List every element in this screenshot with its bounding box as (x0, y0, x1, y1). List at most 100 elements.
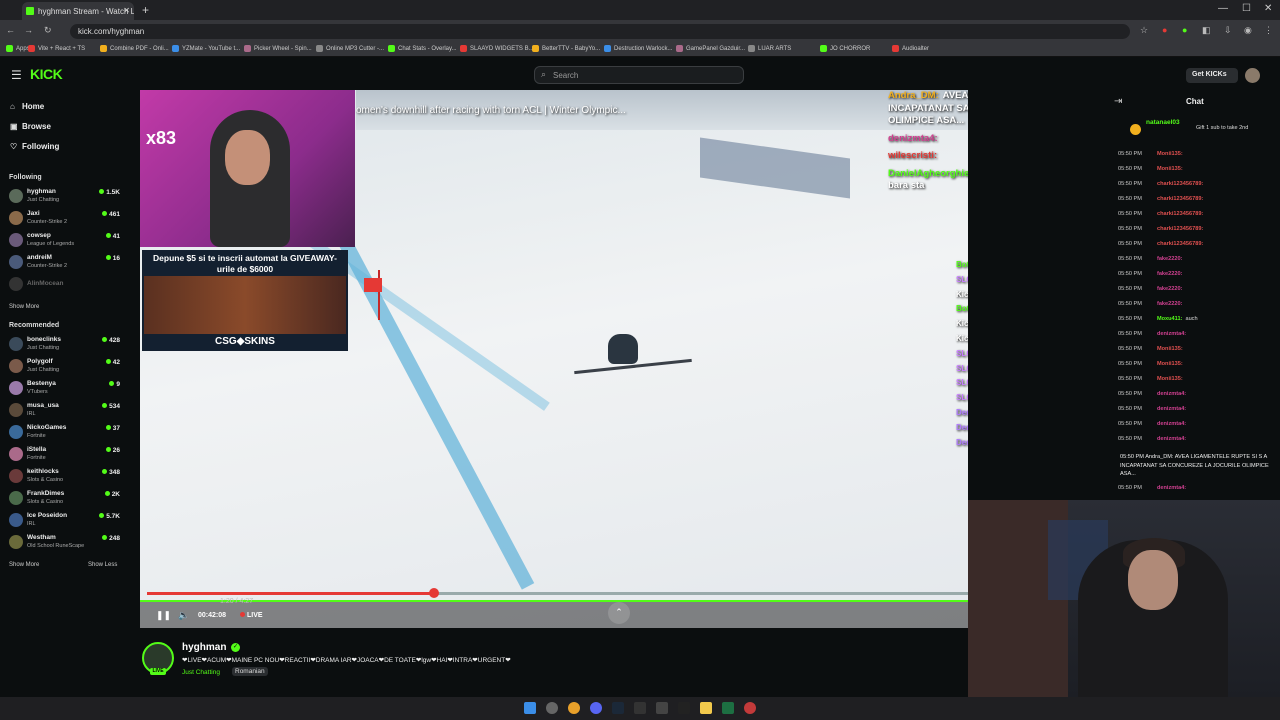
sidebar-item-following[interactable]: ♡ Following (10, 142, 59, 151)
chat-username[interactable]: Monii135: (1157, 376, 1183, 382)
browser-tab[interactable]: hyghman Stream - Watch L ✕ (22, 2, 134, 20)
url-bar[interactable]: kick.com/hyghman (70, 24, 1130, 39)
search-input[interactable]: ⌕ Search (534, 66, 744, 84)
download-icon[interactable]: ⇩ (1224, 25, 1232, 36)
discord-icon[interactable] (590, 702, 602, 714)
bookmark-item[interactable]: Apps (6, 45, 30, 52)
sidebar-item-browse[interactable]: ▣ Browse (10, 122, 51, 131)
minimize-icon[interactable]: — (1218, 3, 1228, 14)
close-tab-icon[interactable]: ✕ (123, 6, 130, 15)
sidebar-channel[interactable]: FrankDimes Slots & Casino 2K (8, 489, 120, 511)
sidebar-channel[interactable]: hyghman Just Chatting 1.5K (8, 187, 120, 209)
sidebar-channel[interactable]: Bestenya VTubers 9 (8, 379, 120, 401)
chat-username[interactable]: charki123456789: (1157, 196, 1203, 202)
chat-username[interactable]: denizmta4: (1157, 406, 1186, 412)
chat-username[interactable]: Moxu411: (1157, 316, 1183, 322)
chat-username[interactable]: denizmta4: (1157, 331, 1186, 337)
sidebar-item-home[interactable]: ⌂ Home (10, 102, 44, 111)
pause-icon[interactable]: ❚❚ (156, 610, 171, 621)
chat-username[interactable]: denizmta4: (1157, 436, 1186, 442)
back-icon[interactable]: ← (6, 25, 15, 35)
sidebar-channel[interactable]: andreiM Counter-Strike 2 16 (8, 253, 120, 275)
chat-message[interactable]: 05:50 PM charki123456789: (1118, 196, 1278, 202)
sidebar-channel[interactable]: NickoGames Fortnite 37 (8, 423, 120, 445)
profile-icon[interactable]: ◉ (1244, 25, 1252, 36)
chat-message[interactable]: 05:50 PM denizmta4: (1118, 436, 1278, 442)
chat-message[interactable]: 05:50 PM charki123456789: (1118, 241, 1278, 247)
chat-username[interactable]: denizmta4: (1157, 485, 1186, 491)
sidebar-channel[interactable]: cowsep League of Legends 41 (8, 231, 120, 253)
bookmark-item[interactable]: Online MP3 Cutter -... (316, 45, 384, 52)
bookmark-item[interactable]: LUAR ARTS (748, 45, 791, 52)
bookmark-item[interactable]: Chat Stats - Overlay... (388, 45, 457, 52)
sidebar-channel[interactable]: Westham Old School RuneScape 248 (8, 533, 120, 555)
chat-username[interactable]: charki123456789: (1157, 226, 1203, 232)
chat-message[interactable]: 05:50 PM Moxu411: auch (1118, 316, 1278, 322)
chat-message[interactable]: 05:50 PM denizmta4: (1118, 331, 1278, 337)
chat-message[interactable]: 05:50 PM fake2220: (1118, 286, 1278, 292)
sidebar-channel[interactable]: boneclinks Just Chatting 428 (8, 335, 120, 357)
extension-icon[interactable]: ● (1162, 25, 1167, 35)
chat-message[interactable]: 05:50 PM denizmta4: (1118, 391, 1278, 397)
sidebar-channel[interactable]: iStella Fortnite 26 (8, 445, 120, 467)
stream-category[interactable]: Just Chatting (182, 669, 220, 676)
chat-message[interactable]: 05:50 PM Monii135: (1118, 346, 1278, 352)
collapse-chat-icon[interactable]: ⇥ (1114, 96, 1122, 107)
sidebar-channel[interactable]: keithlocks Slots & Casino 348 (8, 467, 120, 489)
chat-message[interactable]: 05:50 PM Monii135: (1118, 361, 1278, 367)
get-kicks-button[interactable]: Get KICKs (1186, 68, 1238, 83)
chevron-up-icon[interactable]: ⌃ (608, 602, 630, 624)
bookmark-item[interactable]: GamePanel Gazduir... (676, 45, 745, 52)
bookmark-item[interactable]: Picker Wheel - Spin... (244, 45, 312, 52)
chat-username[interactable]: fake2220: (1157, 286, 1183, 292)
browser-menu-icon[interactable]: ⋮ (1264, 25, 1273, 36)
sidebar-channel[interactable]: Ice Poseidon IRL 5.7K (8, 511, 120, 533)
seek-handle[interactable] (429, 588, 439, 598)
excel-icon[interactable] (722, 702, 734, 714)
bookmark-item[interactable]: JO CHORROR (820, 45, 870, 52)
bookmark-item[interactable]: Destruction Warlock... (604, 45, 672, 52)
chat-username[interactable]: Monii135: (1157, 346, 1183, 352)
bookmark-item[interactable]: Audioalter (892, 45, 929, 52)
user-avatar[interactable] (1245, 68, 1260, 83)
chat-username[interactable]: Monii135: (1157, 151, 1183, 157)
chat-username[interactable]: charki123456789: (1157, 211, 1203, 217)
maximize-icon[interactable]: ☐ (1242, 3, 1251, 14)
chat-message[interactable]: 05:50 PM denizmta4: (1118, 421, 1278, 427)
bookmark-item[interactable]: YZMate - YouTube t... (172, 45, 240, 52)
new-tab-icon[interactable]: + (142, 3, 149, 17)
chat-username[interactable]: fake2220: (1157, 271, 1183, 277)
chat-message[interactable]: 05:50 PM fake2220: (1118, 301, 1278, 307)
volume-icon[interactable]: 🔈 (178, 610, 189, 621)
app-icon[interactable] (678, 702, 690, 714)
hamburger-menu-icon[interactable]: ☰ (11, 68, 22, 82)
chat-username[interactable]: fake2220: (1157, 256, 1183, 262)
bookmark-star-icon[interactable]: ☆ (1140, 25, 1148, 36)
sidebar-channel[interactable]: musa_usa IRL 534 (8, 401, 120, 423)
chat-message[interactable]: 05:50 PM charki123456789: (1118, 211, 1278, 217)
bookmark-item[interactable]: BetterTTV - BabyYo... (532, 45, 600, 52)
chat-message[interactable]: 05:50 PM denizmta4: (1118, 406, 1278, 412)
close-window-icon[interactable]: ✕ (1264, 3, 1272, 14)
chat-message[interactable]: 05:50 PM charki123456789: (1118, 226, 1278, 232)
language-tag[interactable]: Romanian (232, 667, 268, 676)
sidebar-channel[interactable]: Jaxi Counter-Strike 2 461 (8, 209, 120, 231)
show-less-recommended[interactable]: Show Less (88, 562, 117, 568)
pinned-user[interactable]: natanael03 (1146, 119, 1180, 126)
start-menu-icon[interactable] (524, 702, 536, 714)
streamer-name[interactable]: hyghman (182, 642, 226, 653)
chat-message[interactable]: 05:50 PM denizmta4: (1118, 485, 1278, 491)
sidebar-channel[interactable]: Polygolf Just Chatting 42 (8, 357, 120, 379)
bookmark-item[interactable]: Vite + React + TS (28, 45, 85, 52)
chat-message[interactable]: 05:50 PM fake2220: (1118, 256, 1278, 262)
chat-message[interactable]: 05:50 PM Monii135: (1118, 376, 1278, 382)
chat-username[interactable]: charki123456789: (1157, 241, 1203, 247)
extensions-puzzle-icon[interactable]: ◧ (1202, 25, 1211, 36)
sidebar-channel[interactable]: AlinMocean (8, 275, 120, 297)
taskbar-search-icon[interactable] (546, 702, 558, 714)
chat-username[interactable]: denizmta4: (1157, 421, 1186, 427)
chrome-icon[interactable] (568, 702, 580, 714)
show-more-following[interactable]: Show More (9, 304, 39, 310)
reload-icon[interactable]: ↻ (44, 25, 52, 36)
kick-logo[interactable]: KICK (30, 66, 63, 82)
